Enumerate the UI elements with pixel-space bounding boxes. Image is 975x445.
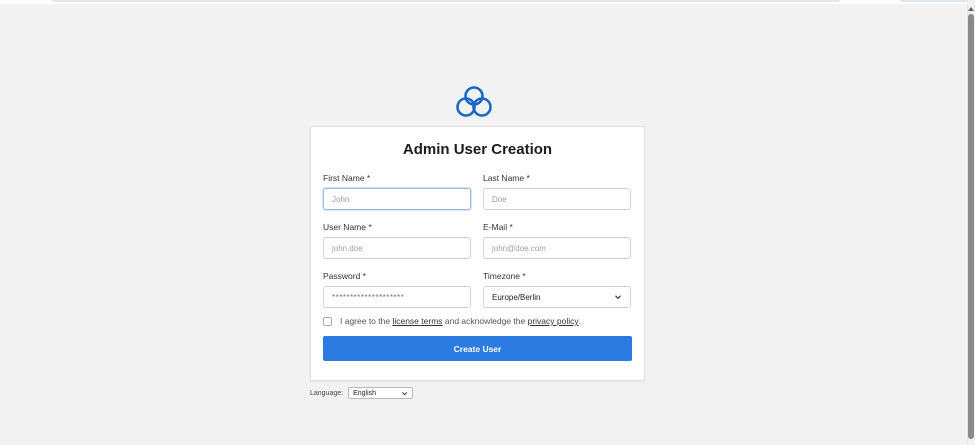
admin-user-form-card: Admin User Creation First Name * John La… (310, 126, 645, 381)
email-field: E-Mail * john@doe.com (483, 222, 631, 259)
user-name-input[interactable]: john.doe (323, 237, 471, 259)
language-selector: Language: English (310, 387, 414, 399)
chevron-down-icon (400, 389, 408, 397)
first-name-label: First Name * (323, 173, 371, 183)
language-label: Language: (310, 389, 344, 397)
address-bar-edge[interactable] (52, 0, 840, 2)
language-select[interactable]: English (348, 387, 414, 399)
timezone-select[interactable]: Europe/Berlin (483, 286, 631, 308)
agree-prefix-text: I agree to the (340, 316, 393, 326)
license-terms-link[interactable]: license terms (392, 316, 442, 326)
agree-suffix-text: . (578, 316, 581, 326)
page: Admin User Creation First Name * John La… (0, 0, 975, 445)
last-name-field: Last Name * Doe (483, 173, 631, 210)
scroll-thumb[interactable] (968, 14, 974, 439)
form-title: Admin User Creation (402, 141, 553, 158)
first-name-input[interactable]: John (323, 188, 471, 210)
language-value: English (353, 389, 377, 397)
chevron-down-icon (614, 293, 622, 301)
vertical-scrollbar[interactable] (967, 0, 975, 445)
agree-middle-text: and acknowledge the (442, 316, 528, 326)
agree-terms-checkbox[interactable] (323, 316, 332, 326)
email-input[interactable]: john@doe.com (483, 237, 631, 259)
create-user-button[interactable]: Create User (323, 336, 632, 361)
last-name-label: Last Name * (483, 173, 530, 183)
privacy-policy-link[interactable]: privacy policy (528, 316, 579, 326)
password-label: Password * (323, 271, 366, 281)
timezone-field: Timezone * Europe/Berlin (483, 271, 631, 308)
scroll-up-arrow-icon[interactable] (967, 4, 975, 14)
agree-terms-row: I agree to the license terms and acknowl… (323, 316, 581, 326)
user-name-field: User Name * john.doe (323, 222, 471, 259)
first-name-field: First Name * John (323, 173, 471, 210)
cloud-logo-icon (456, 85, 492, 119)
password-field: Password * ******************** (323, 271, 471, 308)
toolbar-pill-edge[interactable] (900, 0, 968, 2)
last-name-input[interactable]: Doe (483, 188, 631, 210)
browser-top-strip (0, 0, 968, 4)
timezone-label: Timezone * (483, 271, 526, 281)
password-input[interactable]: ******************** (323, 286, 471, 308)
timezone-value: Europe/Berlin (492, 292, 541, 302)
user-name-label: User Name * (323, 222, 372, 232)
email-label: E-Mail * (483, 222, 513, 232)
